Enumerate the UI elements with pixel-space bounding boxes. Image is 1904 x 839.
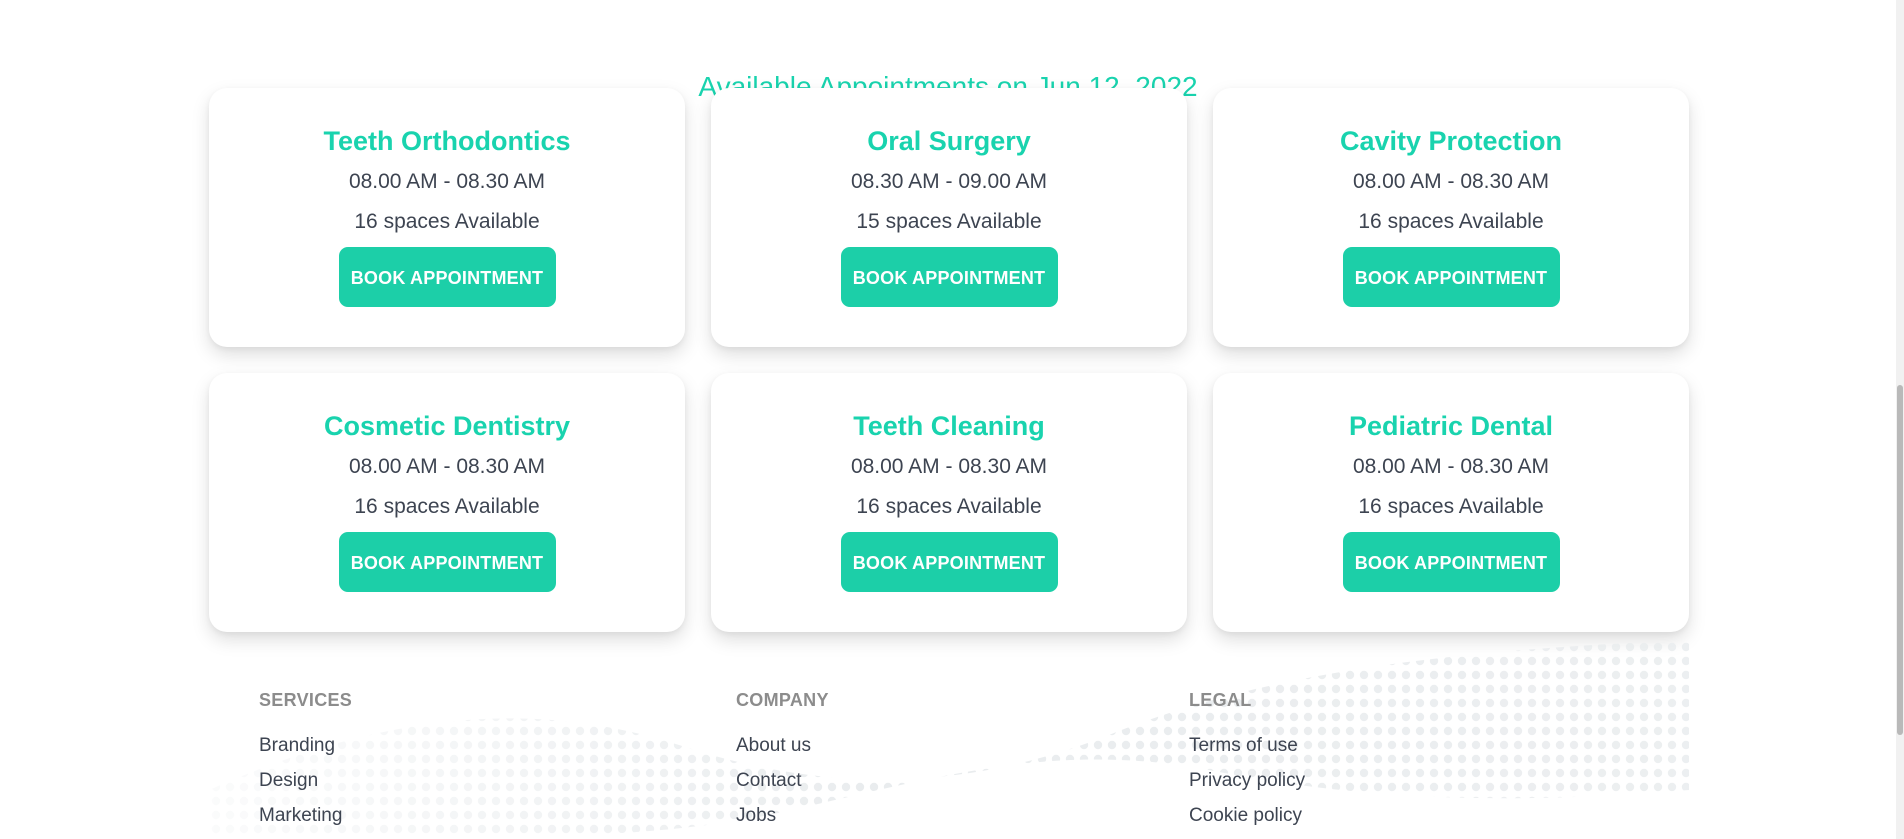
appointment-time: 08.30 AM - 09.00 AM <box>850 170 1048 193</box>
appointment-title: Teeth Cleaning <box>853 411 1045 441</box>
book-appointment-button[interactable]: BOOK APPOINTMENT <box>1342 532 1560 592</box>
appointment-title: Cavity Protection <box>1339 126 1563 156</box>
page: Available Appointments on Jun 12, 2022 T… <box>0 0 1904 839</box>
footer-link-branding[interactable]: Branding <box>259 733 352 768</box>
appointment-card: Pediatric Dental 08.00 AM - 08.30 AM 16 … <box>1213 373 1689 632</box>
book-appointment-button[interactable]: BOOK APPOINTMENT <box>1342 247 1560 307</box>
appointment-title: Teeth Orthodontics <box>323 126 571 156</box>
footer-link-privacy-policy[interactable]: Privacy policy <box>1189 768 1305 803</box>
footer-link-about-us[interactable]: About us <box>736 733 829 768</box>
footer-services-column: SERVICES Branding Design Marketing <box>259 690 352 838</box>
appointment-spaces: 16 spaces Available <box>1358 210 1544 233</box>
book-appointment-button[interactable]: BOOK APPOINTMENT <box>840 532 1058 592</box>
appointment-spaces: 16 spaces Available <box>856 495 1042 518</box>
appointment-time: 08.00 AM - 08.30 AM <box>348 170 546 193</box>
footer-link-marketing[interactable]: Marketing <box>259 803 352 838</box>
appointment-card: Cosmetic Dentistry 08.00 AM - 08.30 AM 1… <box>209 373 685 632</box>
footer-link-contact[interactable]: Contact <box>736 768 829 803</box>
appointment-spaces: 15 spaces Available <box>856 210 1042 233</box>
appointment-time: 08.00 AM - 08.30 AM <box>1352 170 1550 193</box>
footer-link-design[interactable]: Design <box>259 768 352 803</box>
appointment-time: 08.00 AM - 08.30 AM <box>850 455 1048 478</box>
appointment-title: Pediatric Dental <box>1348 411 1554 441</box>
scrollbar-thumb[interactable] <box>1897 385 1903 735</box>
footer: SERVICES Branding Design Marketing COMPA… <box>209 670 1689 839</box>
appointment-card: Cavity Protection 08.00 AM - 08.30 AM 16… <box>1213 88 1689 347</box>
footer-legal-column: LEGAL Terms of use Privacy policy Cookie… <box>1189 690 1305 838</box>
footer-services-heading: SERVICES <box>259 690 353 710</box>
footer-link-terms-of-use[interactable]: Terms of use <box>1189 733 1305 768</box>
book-appointment-button[interactable]: BOOK APPOINTMENT <box>840 247 1058 307</box>
appointment-spaces: 16 spaces Available <box>354 210 540 233</box>
footer-link-cookie-policy[interactable]: Cookie policy <box>1189 803 1305 838</box>
appointment-card: Oral Surgery 08.30 AM - 09.00 AM 15 spac… <box>711 88 1187 347</box>
appointment-title: Oral Surgery <box>867 126 1031 156</box>
footer-company-heading: COMPANY <box>736 690 829 710</box>
vertical-scrollbar[interactable] <box>1896 0 1904 839</box>
appointment-spaces: 16 spaces Available <box>354 495 540 518</box>
appointment-time: 08.00 AM - 08.30 AM <box>1352 455 1550 478</box>
book-appointment-button[interactable]: BOOK APPOINTMENT <box>338 532 556 592</box>
footer-legal-heading: LEGAL <box>1189 690 1252 710</box>
appointment-card: Teeth Cleaning 08.00 AM - 08.30 AM 16 sp… <box>711 373 1187 632</box>
appointment-card: Teeth Orthodontics 08.00 AM - 08.30 AM 1… <box>209 88 685 347</box>
book-appointment-button[interactable]: BOOK APPOINTMENT <box>338 247 556 307</box>
appointment-time: 08.00 AM - 08.30 AM <box>348 455 546 478</box>
appointments-grid: Teeth Orthodontics 08.00 AM - 08.30 AM 1… <box>209 88 1689 632</box>
footer-link-jobs[interactable]: Jobs <box>736 803 829 838</box>
appointment-spaces: 16 spaces Available <box>1358 495 1544 518</box>
footer-company-column: COMPANY About us Contact Jobs <box>736 690 829 838</box>
appointment-title: Cosmetic Dentistry <box>323 411 571 441</box>
